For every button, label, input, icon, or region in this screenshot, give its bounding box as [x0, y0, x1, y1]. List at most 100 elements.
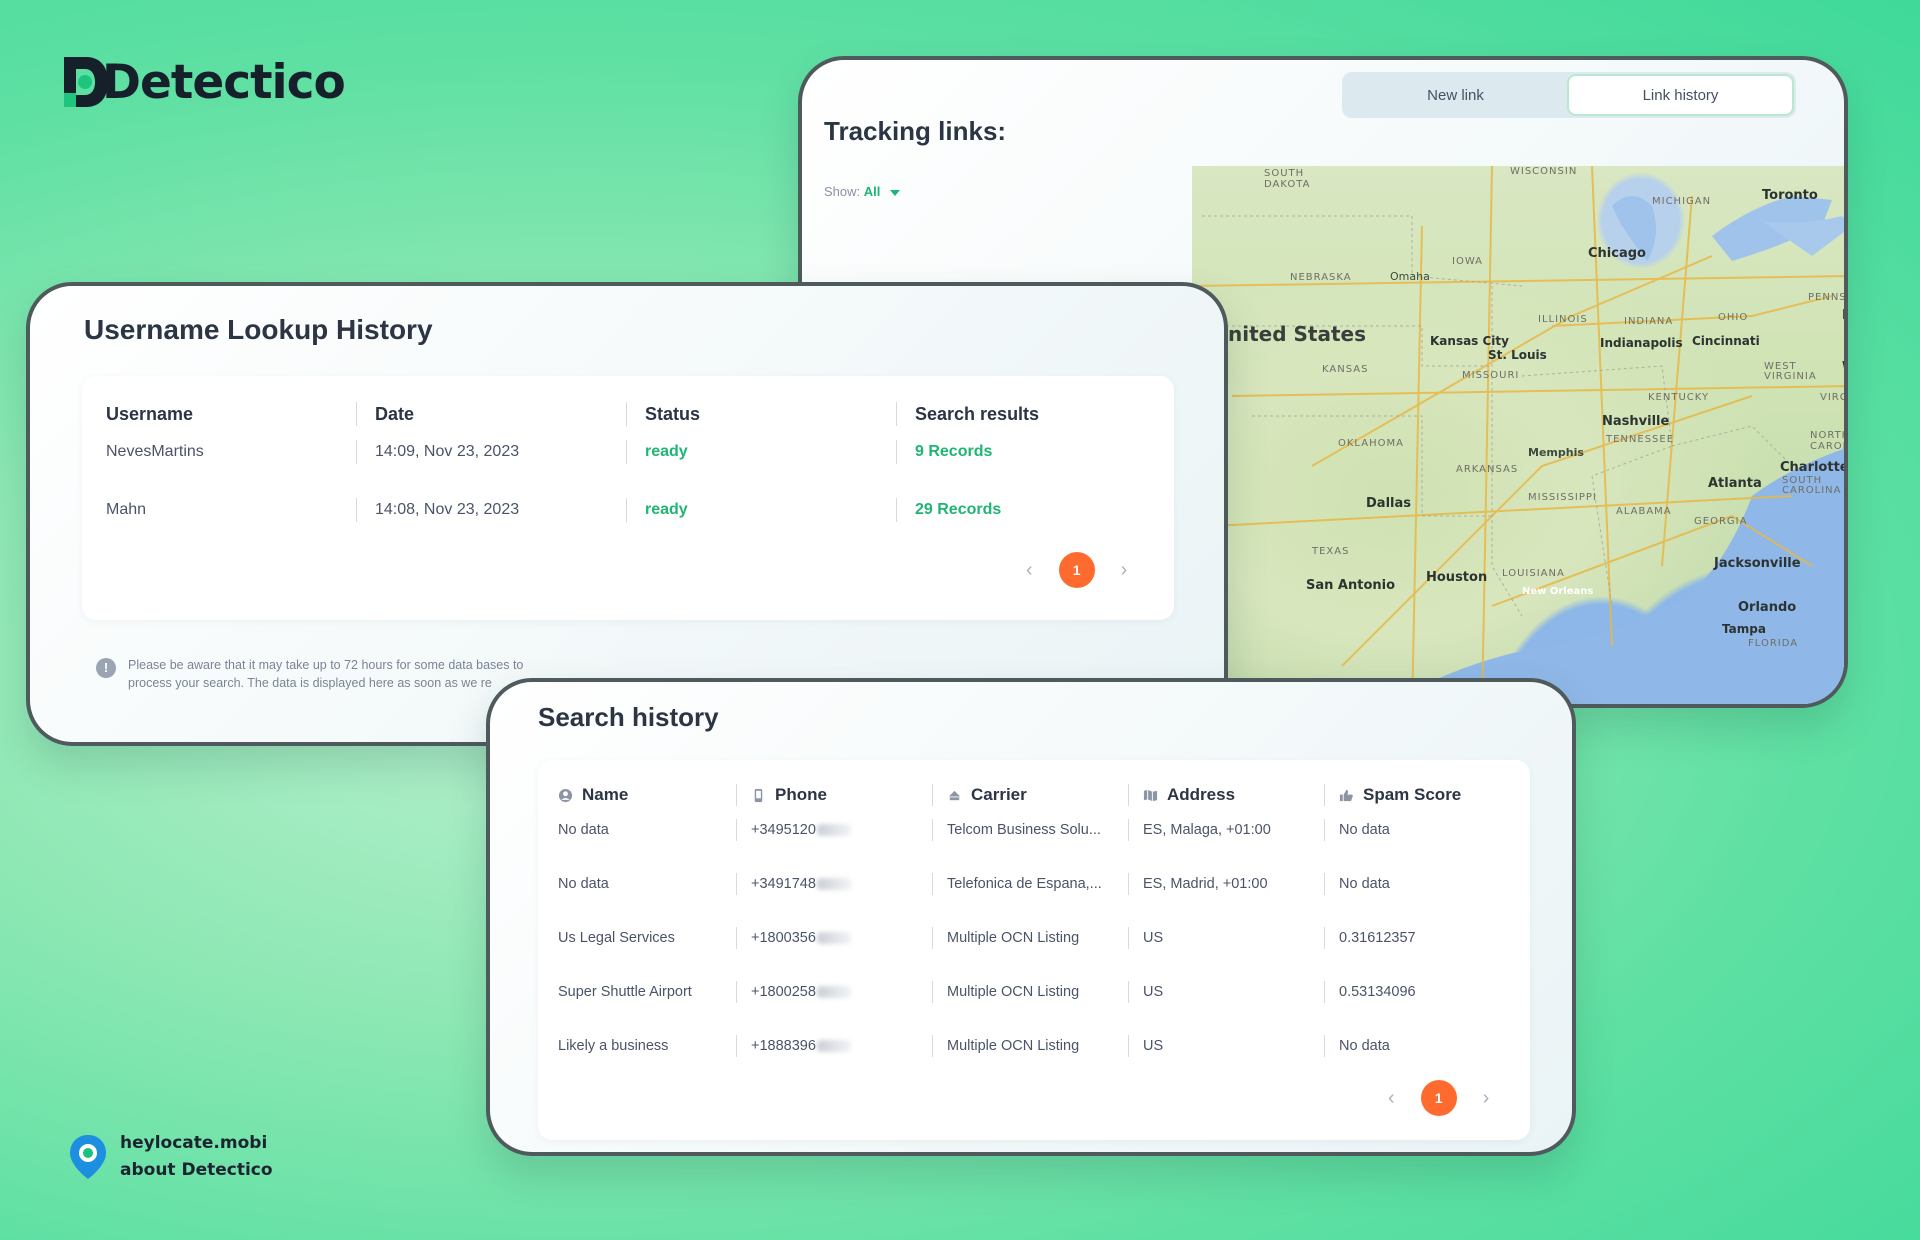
map-label: Orlando — [1738, 600, 1797, 615]
carrier-cell: Telefonica de Espana,... — [932, 873, 1102, 895]
redacted-digits — [816, 824, 851, 836]
name-cell: Likely a business — [558, 1038, 669, 1054]
redacted-digits — [816, 986, 851, 998]
map-label: Ph — [1842, 308, 1844, 323]
date-cell: 14:09, Nov 23, 2023 — [356, 440, 519, 464]
map-label: MISSISSIPPI — [1528, 492, 1597, 503]
name-cell: No data — [558, 876, 609, 892]
pagination: ‹ 1 › — [1388, 1080, 1489, 1116]
detectico-logo: Detectico — [62, 52, 346, 112]
caret-down-icon — [890, 189, 901, 196]
map-label: Nashville — [1602, 414, 1670, 429]
map-label: OHIO — [1718, 312, 1749, 323]
map-label: nited States — [1228, 322, 1366, 346]
name-cell: Us Legal Services — [558, 930, 675, 946]
search-history-table: Name Phone Carrier Address Spam Score No… — [538, 760, 1530, 1140]
name-cell: No data — [558, 822, 609, 838]
map-label: Omaha — [1390, 270, 1430, 283]
map-label: W — [1842, 360, 1844, 375]
phone-cell: +1800258 — [736, 981, 851, 1003]
tracking-title: Tracking links: — [824, 116, 1007, 146]
map-label: Tampa — [1722, 622, 1766, 636]
map-label: MISSOURI — [1462, 370, 1520, 381]
carrier-cell: Telcom Business Solu... — [932, 819, 1101, 841]
results-link[interactable]: 9 Records — [896, 440, 992, 464]
results-link[interactable]: 29 Records — [896, 498, 1001, 522]
col-status: Status — [626, 402, 700, 426]
spam-score-cell: No data — [1324, 873, 1390, 895]
map-label: KANSAS — [1322, 364, 1369, 375]
address-cell: US — [1128, 981, 1163, 1003]
map-label: FLORIDA — [1748, 638, 1799, 649]
redacted-digits — [816, 878, 851, 890]
carrier-cell: Multiple OCN Listing — [932, 981, 1079, 1003]
chevron-left-icon[interactable]: ‹ — [1388, 1087, 1395, 1110]
detectico-logo-icon — [64, 57, 108, 107]
username-table: Username Date Status Search results Neve… — [82, 376, 1174, 620]
footer-about: about Detectico — [120, 1160, 273, 1180]
tab-new-link[interactable]: New link — [1344, 74, 1567, 116]
map-label: MICHIGAN — [1652, 196, 1712, 207]
map-label: Atlanta — [1708, 476, 1762, 491]
map-label: KENTUCKY — [1648, 392, 1710, 403]
col-name: Name — [558, 784, 628, 806]
username-cell: NevesMartins — [106, 443, 204, 460]
col-date: Date — [356, 402, 414, 426]
address-cell: US — [1128, 1035, 1163, 1057]
page-button[interactable]: 1 — [1420, 1080, 1457, 1116]
spam-score-cell: No data — [1324, 1035, 1390, 1057]
col-username: Username — [106, 403, 194, 424]
date-cell: 14:08, Nov 23, 2023 — [356, 498, 519, 522]
map-label: PENNS — [1808, 292, 1847, 303]
show-filter-value: All — [863, 184, 881, 199]
map-label: NORTHCAROLIN — [1810, 430, 1848, 452]
spam-score-cell: No data — [1324, 819, 1390, 841]
search-history-title: Search history — [538, 702, 719, 732]
spam-score-cell: 0.53134096 — [1324, 981, 1416, 1003]
spam-score-cell: 0.31612357 — [1324, 927, 1416, 949]
chevron-right-icon[interactable]: › — [1121, 559, 1128, 582]
map-label: VIRGIN — [1820, 392, 1848, 403]
col-search-results: Search results — [896, 402, 1039, 426]
status-badge: ready — [626, 440, 688, 464]
tab-link-history[interactable]: Link history — [1567, 74, 1794, 116]
phone-cell: +3495120 — [736, 819, 851, 841]
col-carrier: Carrier — [932, 784, 1027, 806]
show-filter[interactable]: Show: All — [824, 184, 901, 199]
address-cell: ES, Malaga, +01:00 — [1128, 819, 1271, 841]
notice-line: Please be aware that it may take up to 7… — [128, 658, 524, 672]
address-cell: ES, Madrid, +01:00 — [1128, 873, 1268, 895]
map-label: St. Louis — [1488, 348, 1547, 362]
footer-site: heylocate.mobi — [120, 1133, 268, 1153]
map-label: Dallas — [1366, 496, 1411, 511]
username-lookup-card: Username Lookup History Username Date St… — [26, 282, 1228, 746]
tracking-tabs: New link Link history — [1342, 72, 1796, 118]
phone-cell: +1888396 — [736, 1035, 851, 1057]
pagination: ‹ 1 › — [1026, 552, 1127, 588]
username-lookup-title: Username Lookup History — [84, 314, 433, 345]
map-label: INDIANA — [1624, 316, 1674, 327]
chevron-right-icon[interactable]: › — [1483, 1087, 1490, 1110]
phone-icon — [754, 788, 763, 802]
chevron-left-icon[interactable]: ‹ — [1026, 559, 1033, 582]
phone-cell: +3491748 — [736, 873, 851, 895]
carrier-cell: Multiple OCN Listing — [932, 927, 1079, 949]
location-pin-icon — [70, 1135, 106, 1179]
map-label: WISCONSIN — [1510, 166, 1578, 177]
map-label: Jacksonville — [1714, 556, 1801, 571]
search-history-card: Search history Name Phone Carrier Addres… — [486, 678, 1576, 1156]
heylocate-credit: heylocate.mobi about Detectico — [68, 1130, 273, 1184]
map-label: ALABAMA — [1616, 506, 1672, 517]
col-phone: Phone — [736, 784, 827, 806]
map-label: NEBRASKA — [1290, 272, 1352, 283]
map-label: LOUISIANA — [1502, 568, 1565, 579]
carrier-cell: Multiple OCN Listing — [932, 1035, 1079, 1057]
col-spam-score: Spam Score — [1324, 784, 1461, 806]
redacted-digits — [816, 932, 851, 944]
col-address: Address — [1128, 784, 1235, 806]
map-label: SOUTH DAKOTA — [1264, 168, 1311, 190]
map-view[interactable]: SOUTH DAKOTA WISCONSIN MICHIGAN Toronto I… — [1192, 166, 1848, 704]
map-label: Toronto — [1762, 188, 1818, 203]
page-button[interactable]: 1 — [1058, 552, 1095, 588]
map-label: Indianapolis — [1600, 336, 1683, 350]
